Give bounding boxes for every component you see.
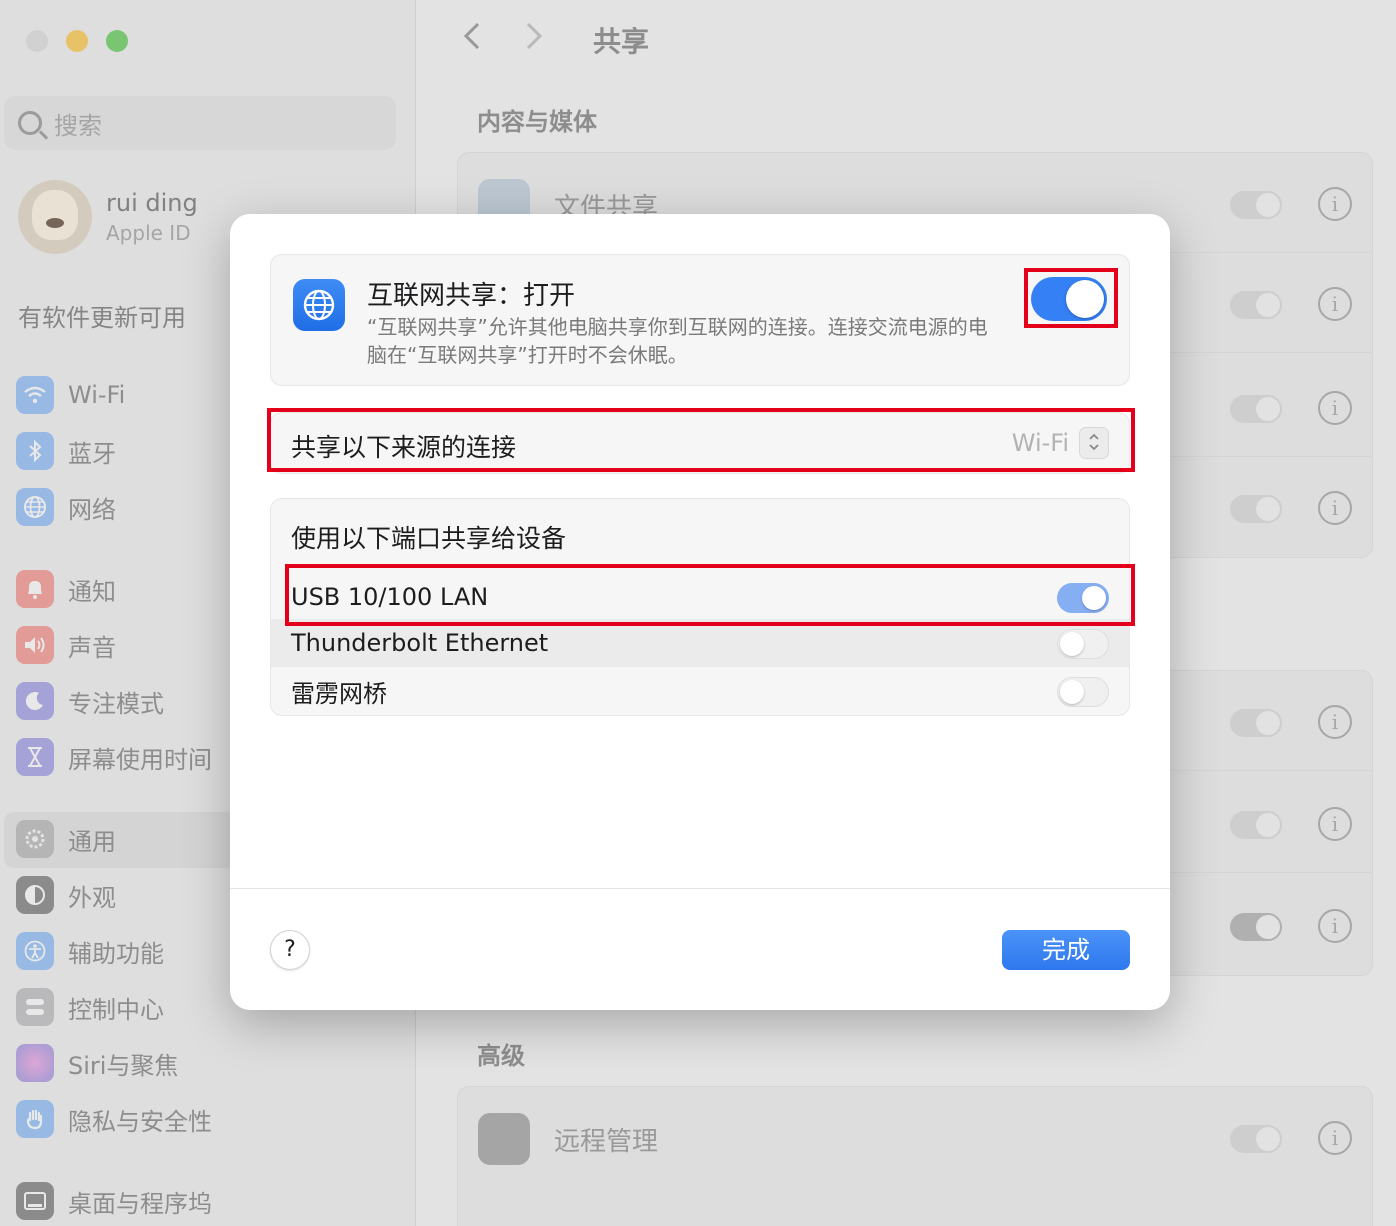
highlight-main-toggle — [1024, 268, 1118, 328]
port-row-thunderbolt-bridge[interactable]: 雷雳网桥 — [271, 667, 1129, 715]
highlight-usb-lan-row — [285, 564, 1135, 626]
done-button[interactable]: 完成 — [1002, 930, 1130, 970]
footer-divider — [230, 888, 1170, 889]
ports-heading: 使用以下端口共享给设备 — [291, 524, 567, 553]
port-row-thunderbolt-ethernet[interactable]: Thunderbolt Ethernet — [271, 619, 1129, 667]
globe-icon — [293, 279, 345, 331]
port-toggle-thunderbolt-bridge[interactable] — [1057, 677, 1109, 707]
sheet-title: 互联网共享：打开 — [367, 281, 576, 311]
help-button[interactable]: ? — [270, 930, 310, 970]
internet-sharing-card: 互联网共享：打开 “互联网共享”允许其他电脑共享你到互联网的连接。连接交流电源的… — [270, 254, 1130, 386]
highlight-source-row — [267, 408, 1135, 472]
port-label: 雷雳网桥 — [291, 679, 387, 708]
sheet-description: “互联网共享”允许其他电脑共享你到互联网的连接。连接交流电源的电脑在“互联网共享… — [367, 315, 988, 367]
port-toggle-thunderbolt-ethernet[interactable] — [1057, 629, 1109, 659]
port-label: Thunderbolt Ethernet — [291, 629, 549, 657]
